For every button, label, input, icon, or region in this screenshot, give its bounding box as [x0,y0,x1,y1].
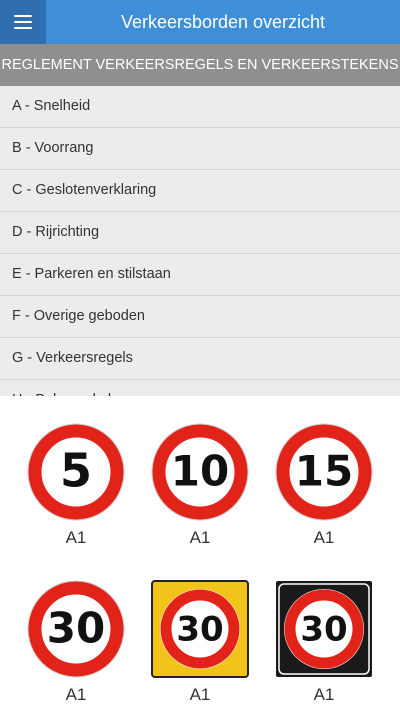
app-bar: Verkeersborden overzicht [0,0,400,44]
section-header: REGLEMENT VERKEERSREGELS EN VERKEERSTEKE… [0,44,400,86]
sign-tile[interactable]: 5 A1 [16,422,136,548]
sign-tile[interactable]: 30 A1 [140,579,260,705]
sign-code: A1 [189,685,211,704]
sign-grid: 5 A1 10 A1 15 A1 30 A1 30 A1 30 A1 [0,396,400,711]
sign-code: A1 [65,528,87,547]
page-title: Verkeersborden overzicht [120,12,326,32]
sign-code: A1 [313,685,335,704]
speed-limit-sign-icon: 5 [27,423,125,521]
sign-number: 10 [171,447,229,496]
sign-tile[interactable]: 10 A1 [140,422,260,548]
speed-limit-sign-icon: 30 [27,580,125,678]
menu-button[interactable] [0,0,46,44]
category-item-d[interactable]: D - Rijrichting [0,212,400,254]
sign-code: A1 [313,528,335,547]
sign-number: 5 [60,444,92,498]
category-item-e[interactable]: E - Parkeren en stilstaan [0,254,400,296]
sign-code: A1 [189,528,211,547]
speed-limit-plate-sign-icon: 30 [276,581,372,677]
sign-number: 15 [295,447,353,496]
category-item-c[interactable]: C - Geslotenverklaring [0,170,400,212]
category-item-f[interactable]: F - Overige geboden [0,296,400,338]
speed-limit-sign-icon: 15 [275,423,373,521]
category-list[interactable]: A - Snelheid B - Voorrang C - Geslotenve… [0,86,400,396]
sign-number: 30 [300,610,347,650]
hamburger-menu-icon [14,15,32,17]
sign-number: 30 [47,604,105,653]
sign-tile[interactable]: 30 A1 [264,579,384,705]
sign-tile[interactable]: 15 A1 [264,422,384,548]
sign-number: 30 [176,610,223,650]
category-item-a[interactable]: A - Snelheid [0,86,400,128]
category-item-g[interactable]: G - Verkeersregels [0,338,400,380]
speed-limit-plate-sign-icon: 30 [151,580,249,678]
speed-limit-sign-icon: 10 [151,423,249,521]
category-item-h[interactable]: H - Bebouwde kom [0,380,400,396]
sign-code: A1 [65,685,87,704]
sign-tile[interactable]: 30 A1 [16,579,136,705]
category-item-b[interactable]: B - Voorrang [0,128,400,170]
